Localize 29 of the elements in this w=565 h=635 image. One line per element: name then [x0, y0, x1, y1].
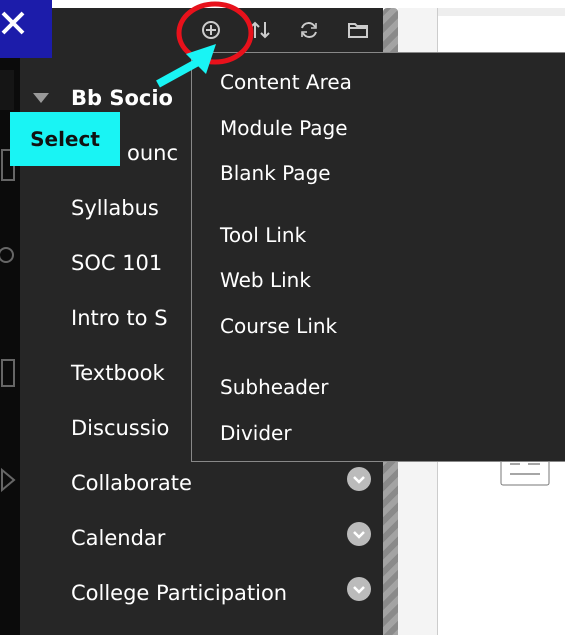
menu-item[interactable]: Divider — [220, 418, 292, 463]
close-button[interactable] — [0, 0, 52, 58]
refresh-icon[interactable] — [299, 20, 319, 40]
sidebar-item[interactable]: Intro to S — [71, 306, 168, 330]
menu-item[interactable]: Module Page — [220, 112, 348, 158]
add-icon[interactable] — [201, 20, 221, 40]
close-icon — [0, 10, 26, 36]
sidebar-item[interactable]: Collaborate — [71, 470, 192, 494]
menu-item[interactable]: Tool Link — [220, 220, 306, 265]
chevron-circle-icon[interactable] — [347, 522, 371, 546]
chevron-circle-icon[interactable] — [347, 467, 371, 491]
sidebar-item[interactable]: Textbook — [71, 360, 165, 384]
sidebar-item[interactable]: College Participation — [71, 580, 288, 604]
menu-item[interactable]: Course Link — [220, 310, 338, 356]
sort-icon[interactable] — [249, 20, 271, 40]
sidebar-item[interactable]: SOC 101 — [71, 250, 162, 274]
sidebar-item[interactable]: Discussio — [71, 416, 170, 440]
sidebar-item[interactable]: Syllabus — [71, 196, 159, 220]
expand-triangle-icon[interactable] — [33, 93, 49, 103]
sidebar-item[interactable]: Bb Socio — [71, 86, 173, 110]
menu-item[interactable]: Blank Page — [220, 158, 331, 204]
menu-item[interactable]: Subheader — [220, 372, 329, 418]
chevron-circle-icon[interactable] — [347, 577, 371, 601]
menu-item[interactable]: Content Area — [220, 67, 352, 112]
callout-label: Select — [10, 112, 120, 166]
sidebar-item[interactable]: Calendar — [71, 526, 166, 550]
folder-icon[interactable] — [347, 20, 369, 40]
sidebar-item[interactable]: ounc — [127, 140, 178, 164]
menu-item[interactable]: Web Link — [220, 265, 311, 310]
